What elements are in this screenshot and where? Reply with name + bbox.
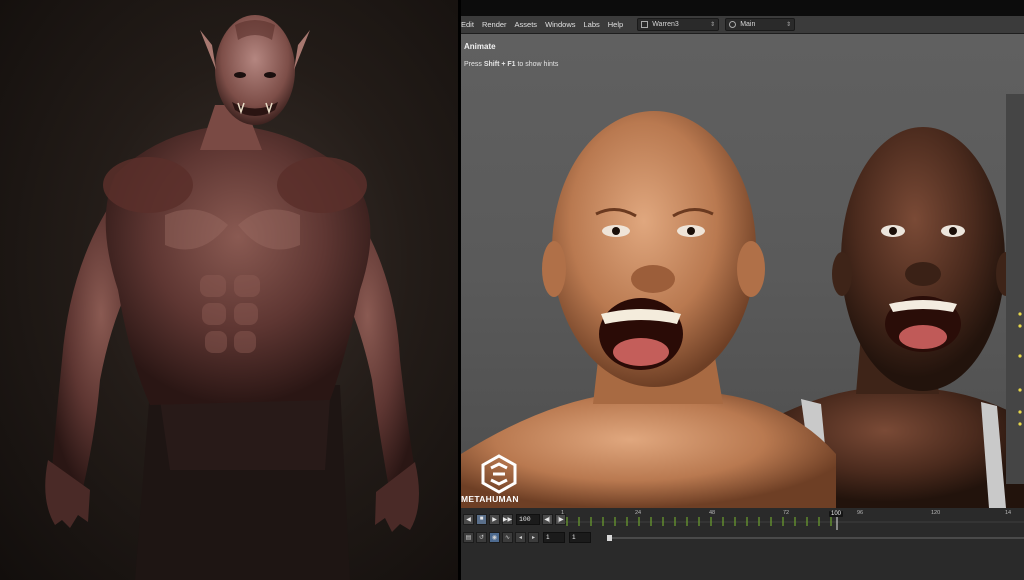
context-dropdown-value: Main — [740, 21, 756, 28]
tick-label: 96 — [857, 510, 864, 516]
window-top-strip — [461, 0, 1024, 16]
film-icon[interactable]: ▤ — [463, 531, 474, 543]
3d-viewport[interactable]: Animate Press Shift + F1 to show hints M… — [461, 34, 1024, 508]
updown-arrow-icon: ⇕ — [710, 22, 716, 28]
jump-start-icon[interactable]: ◀ — [463, 513, 474, 525]
menu-bar: Edit Render Assets Windows Labs Help War… — [461, 16, 1024, 34]
menu-edit[interactable]: Edit — [461, 20, 478, 29]
timeline-panel: ◀ ■ ▶ ▶▶ 100 ◀| |▶ 1 24 48 72 96 120 14 … — [461, 508, 1024, 580]
globe-icon — [729, 21, 737, 28]
panel-layout-icon — [641, 21, 649, 28]
tick-label: 48 — [709, 510, 716, 516]
curve-icon[interactable]: ∿ — [502, 531, 513, 543]
range-end-input[interactable]: 1 — [569, 531, 591, 543]
tick-label: 24 — [635, 510, 642, 516]
play-icon[interactable]: ▶ — [489, 513, 500, 525]
menu-assets[interactable]: Assets — [511, 20, 542, 29]
metahuman-logo-icon — [481, 454, 517, 494]
key-back-icon[interactable]: ◂ — [515, 531, 526, 543]
menu-help[interactable]: Help — [604, 20, 627, 29]
creature-render-image — [0, 0, 458, 580]
timeline-tools: ▤ ↺ ◉ ∿ ◂ ▸ 1 1 — [461, 530, 591, 544]
ruler-ticks — [561, 515, 1024, 530]
tick-label: 72 — [783, 510, 790, 516]
context-dropdown[interactable]: Main ⇕ — [725, 18, 796, 31]
tick-label: 1 — [561, 510, 565, 516]
menu-labs[interactable]: Labs — [580, 20, 604, 29]
jump-end-icon[interactable]: ▶▶ — [502, 513, 513, 525]
creature-illustration — [45, 15, 419, 580]
scene-dropdown-value: Warren3 — [652, 21, 679, 28]
character-1 — [461, 111, 836, 508]
playhead-frame-label[interactable]: 100 — [829, 511, 844, 517]
metahuman-app-window: Edit Render Assets Windows Labs Help War… — [461, 0, 1024, 580]
side-panel-strip — [1006, 94, 1024, 484]
hint-shortcut: Shift + F1 — [483, 61, 516, 68]
end-frame-input[interactable]: 100 — [516, 513, 540, 525]
updown-arrow-icon: ⇕ — [786, 22, 792, 28]
key-forward-icon[interactable]: ▸ — [528, 531, 539, 543]
tick-label: 120 — [931, 510, 941, 516]
viewport-scene — [461, 111, 1024, 508]
metahuman-logo-text: METAHUMAN — [461, 494, 519, 504]
control-dots — [1018, 312, 1022, 426]
range-slider-handle[interactable] — [607, 535, 612, 541]
scene-dropdown[interactable]: Warren3 ⇕ — [637, 18, 720, 31]
transport-controls: ◀ ■ ▶ ▶▶ 100 ◀| |▶ — [461, 512, 566, 526]
range-slider-track[interactable] — [609, 537, 1024, 539]
step-back-icon[interactable]: ◀| — [542, 513, 553, 525]
loop-icon[interactable]: ↺ — [476, 531, 487, 543]
menu-render[interactable]: Render — [478, 20, 511, 29]
viewport-title: Animate — [464, 42, 496, 51]
timeline-ruler[interactable]: 1 24 48 72 96 120 14 100 — [561, 510, 1024, 530]
hint-prefix: Press — [464, 61, 484, 68]
tick-label: 14 — [1005, 510, 1012, 516]
viewport-hint: Press Shift + F1 to show hints — [464, 61, 558, 68]
range-start-input[interactable]: 1 — [543, 531, 565, 543]
stop-icon[interactable]: ■ — [476, 513, 487, 525]
record-icon[interactable]: ◉ — [489, 531, 500, 543]
hint-suffix: to show hints — [515, 61, 559, 68]
menu-windows[interactable]: Windows — [541, 20, 579, 29]
